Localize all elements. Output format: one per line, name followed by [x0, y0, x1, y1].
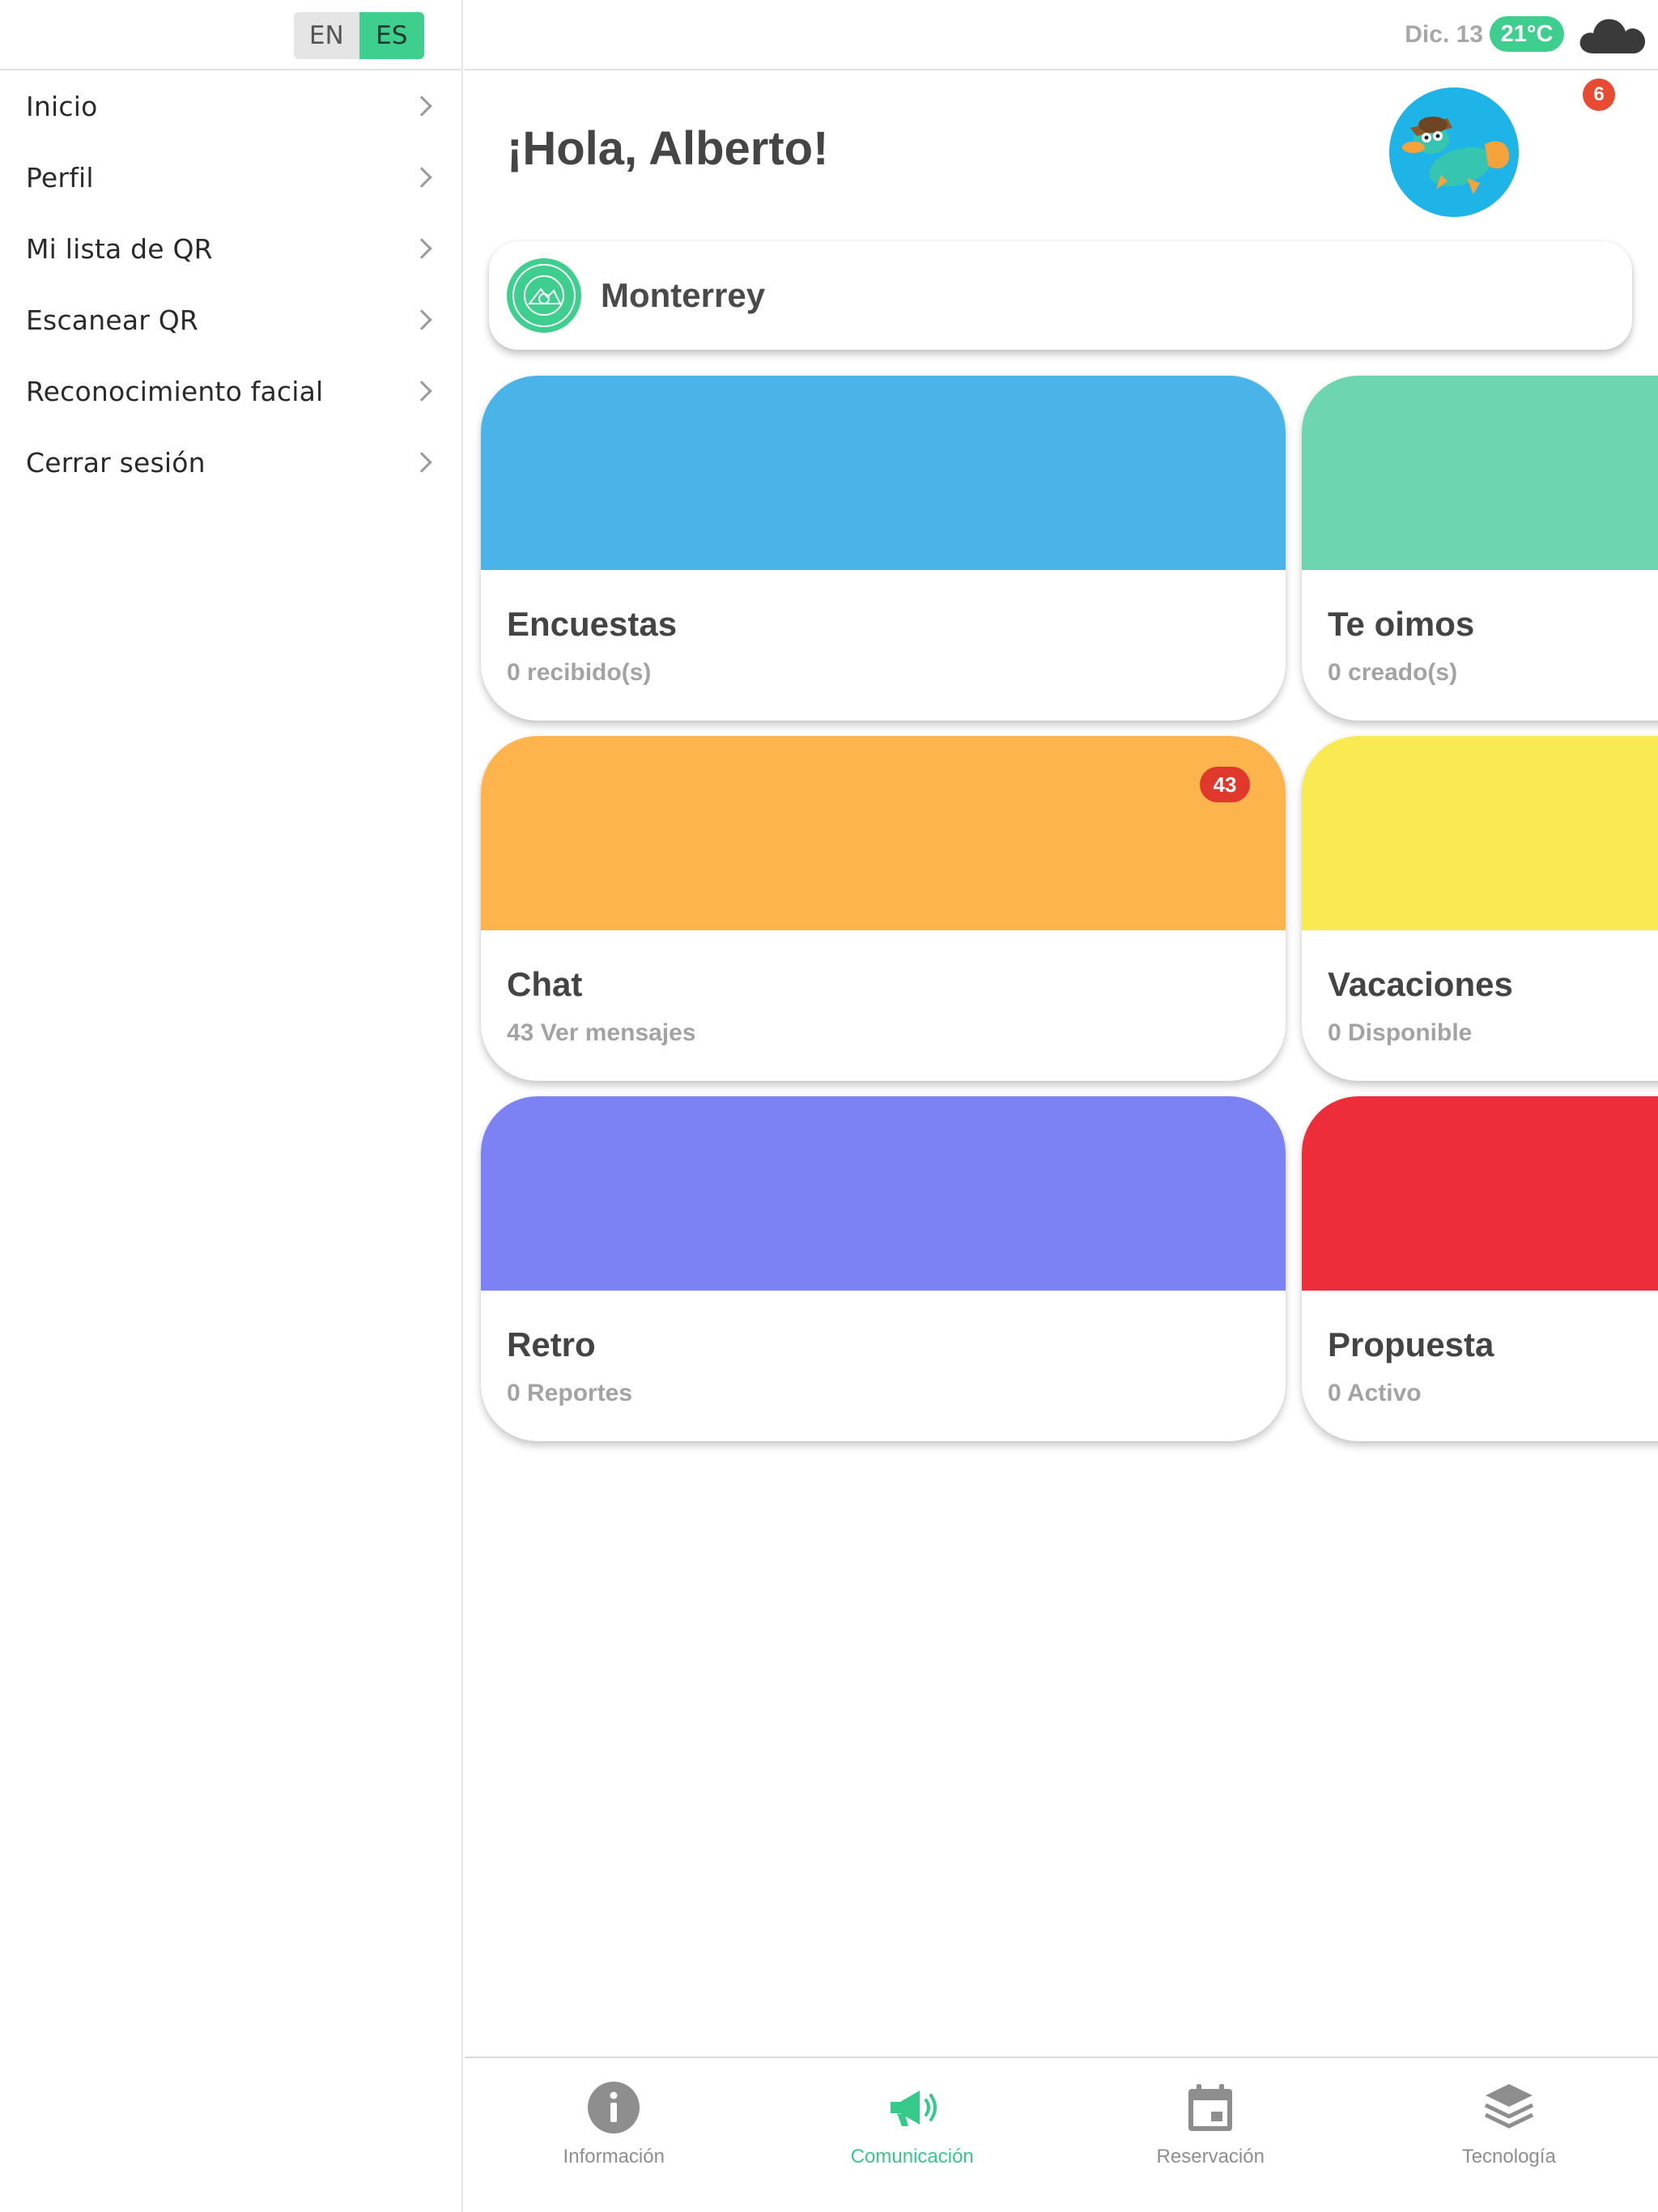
calendar-icon: [1188, 2084, 1233, 2131]
location-selector[interactable]: Monterrey: [489, 241, 1632, 350]
notification-badge[interactable]: 6: [1583, 79, 1615, 111]
chevron-right-icon: [411, 96, 432, 117]
chevron-right-icon: [411, 309, 432, 330]
tile-color-band: [1302, 376, 1658, 570]
main-content: Dic. 13 21°C ¡Hola, Alberto! 6 Monterrey…: [465, 0, 1658, 2212]
date-label: Dic. 13: [1405, 21, 1483, 48]
tile-color-band: [481, 376, 1286, 570]
tile-color-band: [1302, 736, 1658, 930]
tile-color-band: [481, 736, 1286, 930]
sidebar-header: EN ES: [0, 0, 461, 70]
chevron-right-icon: [411, 381, 432, 402]
nav-label: Tecnología: [1461, 2146, 1556, 2167]
sidebar-item-inicio[interactable]: Inicio: [0, 70, 461, 142]
tile-te-oimos[interactable]: Te oimos 0 creado(s): [1302, 376, 1658, 721]
tile-subtitle: 0 Activo: [1328, 1380, 1422, 1406]
sidebar-item-logout[interactable]: Cerrar sesión: [0, 427, 461, 498]
tile-title: Encuestas: [507, 605, 678, 643]
chevron-right-icon: [411, 452, 432, 473]
tile-encuestas[interactable]: Encuestas 0 recibido(s): [481, 376, 1286, 721]
language-es-button[interactable]: ES: [359, 12, 424, 59]
tile-subtitle: 43 Ver mensajes: [507, 1019, 696, 1046]
tile-color-band: [481, 1096, 1286, 1291]
tile-chat[interactable]: 43 Chat 43 Ver mensajes: [481, 736, 1286, 1081]
sidebar-item-label: Mi lista de QR: [26, 232, 213, 265]
tile-subtitle: 0 recibido(s): [507, 659, 652, 686]
tile-title: Propuesta: [1328, 1325, 1494, 1363]
chat-unread-badge: 43: [1200, 767, 1250, 802]
avatar-image: [1389, 87, 1519, 217]
cloud-icon: [1579, 19, 1646, 54]
sidebar-item-scan-qr[interactable]: Escanear QR: [0, 284, 461, 355]
nav-tab-comunicacion[interactable]: Comunicación: [763, 2058, 1062, 2212]
tile-subtitle: 0 creado(s): [1328, 659, 1458, 686]
megaphone-icon: [890, 2091, 937, 2126]
nav-tab-tecnologia[interactable]: Tecnología: [1360, 2058, 1658, 2212]
nav-label: Comunicación: [850, 2146, 974, 2167]
location-name: Monterrey: [601, 276, 766, 314]
tile-vacaciones[interactable]: Vacaciones 0 Disponible: [1302, 736, 1658, 1081]
sidebar-item-face-recognition[interactable]: Reconocimiento facial: [0, 355, 461, 427]
temperature-badge: 21°C: [1490, 16, 1564, 52]
sidebar-item-perfil[interactable]: Perfil: [0, 142, 461, 213]
company-logo-icon: [507, 258, 581, 333]
tile-title: Chat: [507, 965, 583, 1003]
tile-color-band: [1302, 1096, 1658, 1291]
sidebar-menu: Inicio Perfil Mi lista de QR Escanear QR…: [0, 70, 461, 498]
tile-title: Vacaciones: [1328, 965, 1513, 1003]
chevron-right-icon: [411, 238, 432, 259]
nav-tab-informacion[interactable]: Información: [465, 2058, 763, 2212]
tile-title: Retro: [507, 1325, 596, 1363]
tile-subtitle: 0 Disponible: [1328, 1019, 1473, 1046]
tile-title: Te oimos: [1328, 605, 1475, 643]
sidebar-item-label: Perfil: [26, 161, 94, 194]
tile-propuesta[interactable]: Propuesta 0 Activo: [1302, 1096, 1658, 1441]
sidebar-item-qr-list[interactable]: Mi lista de QR: [0, 213, 461, 284]
sidebar: EN ES Inicio Perfil Mi lista de QR Escan…: [0, 0, 463, 2212]
nav-label: Información: [563, 2146, 665, 2167]
info-icon: [588, 2082, 640, 2133]
top-bar: Dic. 13 21°C: [465, 0, 1658, 70]
sidebar-item-label: Inicio: [26, 90, 98, 122]
language-toggle: EN ES: [294, 12, 424, 59]
language-en-button[interactable]: EN: [294, 12, 359, 59]
nav-tab-reservacion[interactable]: Reservación: [1061, 2058, 1360, 2212]
nav-label: Reservación: [1156, 2146, 1265, 2167]
sidebar-item-label: Cerrar sesión: [26, 446, 206, 479]
sidebar-item-label: Reconocimiento facial: [26, 375, 324, 407]
layers-icon: [1484, 2084, 1533, 2129]
bottom-navigation: Información Comunicación Reservación Tec…: [465, 2057, 1658, 2212]
tile-subtitle: 0 Reportes: [507, 1380, 633, 1406]
sidebar-item-label: Escanear QR: [26, 304, 199, 336]
tile-retro[interactable]: Retro 0 Reportes: [481, 1096, 1286, 1441]
greeting-title: ¡Hola, Alberto!: [507, 122, 829, 175]
chevron-right-icon: [411, 167, 432, 188]
avatar[interactable]: [1389, 87, 1519, 217]
